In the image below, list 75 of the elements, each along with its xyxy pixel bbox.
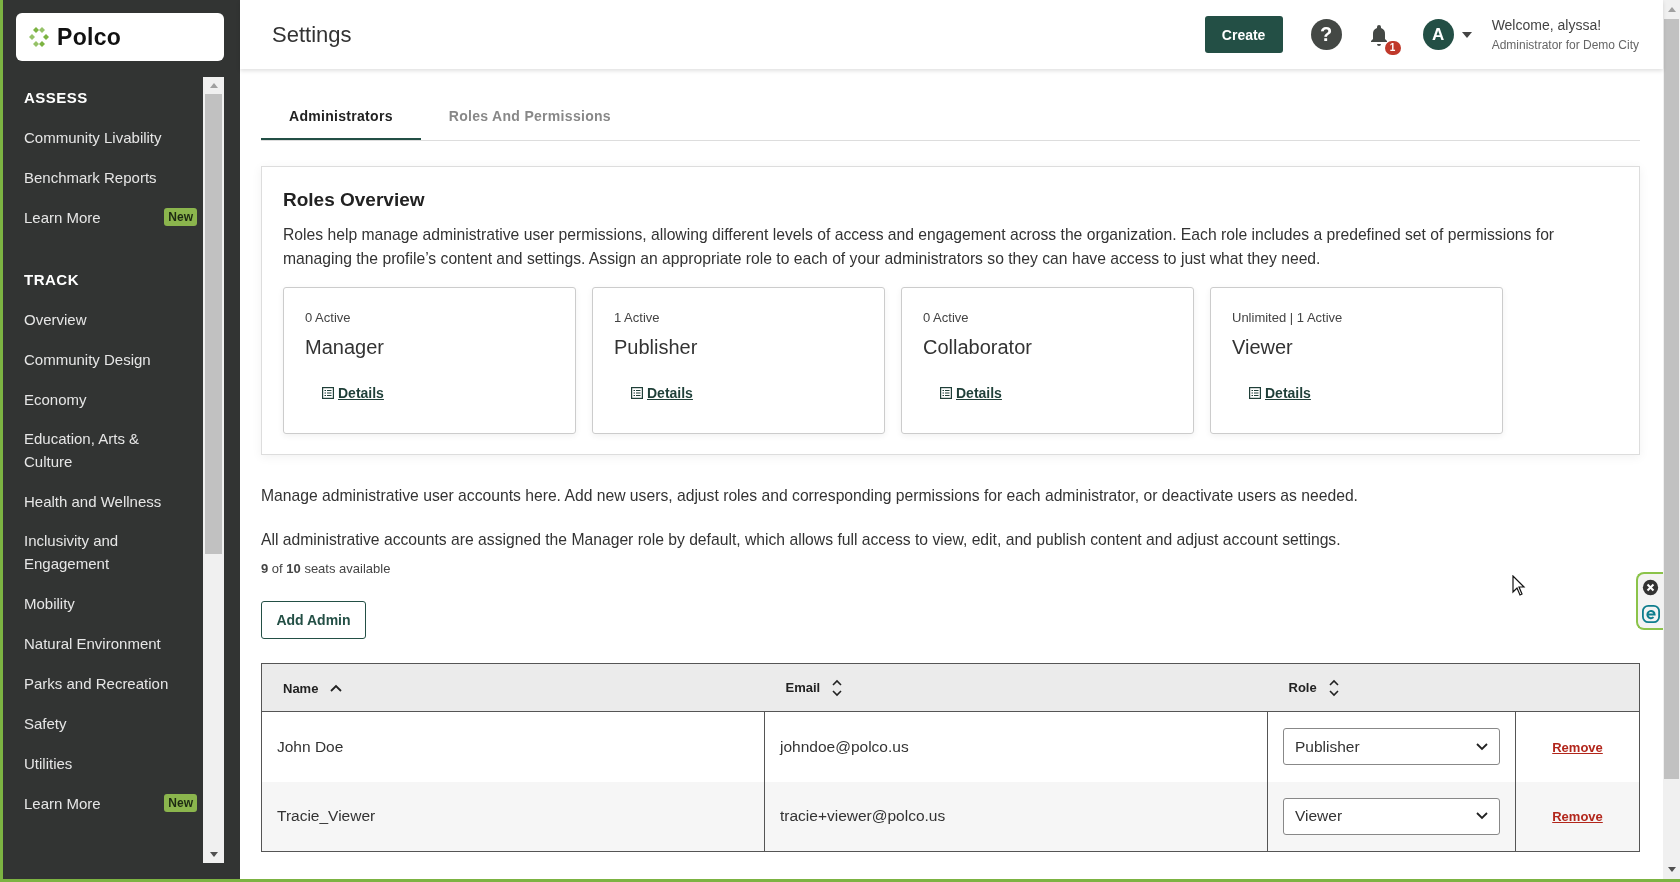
list-icon[interactable] <box>1249 387 1261 399</box>
column-header[interactable]: Name <box>283 680 319 696</box>
active-count: 0 Active <box>305 310 351 325</box>
active-count: 1 Active <box>614 310 660 325</box>
sidebar-item[interactable]: Utilities <box>24 751 73 775</box>
scrollbar[interactable] <box>203 77 224 863</box>
chevron-down-icon[interactable] <box>1476 812 1488 821</box>
new-badge: New <box>164 794 197 812</box>
logo-icon <box>27 25 51 49</box>
avatar[interactable]: A <box>1422 19 1454 50</box>
active-count: 0 Active <box>923 310 969 325</box>
tab[interactable]: Roles And Permissions <box>420 93 639 140</box>
sidebar-item[interactable]: Mobility <box>24 591 75 615</box>
sidebar-item[interactable]: Education, Arts & Culture <box>24 427 182 473</box>
remove-link[interactable]: Remove <box>1552 809 1603 825</box>
remove-link[interactable]: Remove <box>1552 739 1603 755</box>
page-title: Settings <box>272 21 352 48</box>
role-name: Manager <box>305 336 384 359</box>
logo-card[interactable]: Polco <box>16 13 224 61</box>
table-cell: johndoe@polco.us <box>780 737 909 755</box>
add-admin-button[interactable]: Add Admin <box>261 601 366 639</box>
sidebar-item[interactable]: Learn More <box>24 791 101 815</box>
sidebar-item[interactable]: Inclusivity and Engagement <box>24 529 182 575</box>
page-scrollbar[interactable] <box>1663 0 1680 879</box>
sidebar-item[interactable]: Overview <box>24 307 87 331</box>
sidebar-item[interactable]: Health and Wellness <box>24 489 162 513</box>
sort-icon[interactable] <box>832 678 843 697</box>
sidebar-item[interactable]: Community Design <box>24 347 151 371</box>
details-link[interactable]: Details <box>322 385 384 401</box>
role-name: Viewer <box>1232 336 1293 359</box>
list-icon[interactable] <box>322 387 334 399</box>
column-header[interactable]: Email <box>785 680 821 696</box>
close-icon[interactable] <box>1642 578 1659 596</box>
cursor-icon <box>1512 575 1526 597</box>
description-text: All administrative accounts are assigned the Manager role by default, which allows full access to view, edit, and publish content and adjust account settings. <box>261 531 1342 549</box>
sidebar-item[interactable]: Community Livability <box>24 125 162 149</box>
section-title: Roles Overview <box>283 189 426 211</box>
role-dropdown[interactable]: Viewer <box>1283 797 1500 835</box>
column-header[interactable]: Role <box>1288 680 1317 696</box>
logo-text: Polco <box>57 23 122 51</box>
sidebar-item[interactable]: Natural Environment <box>24 631 161 655</box>
seats-text: 9 of 10 seats available <box>261 561 392 576</box>
table-cell: John Doe <box>277 737 344 755</box>
sidebar-item[interactable]: Benchmark Reports <box>24 165 157 189</box>
notification-badge: 1 <box>1384 40 1401 55</box>
chevron-down-icon[interactable] <box>1476 742 1488 751</box>
table-cell: tracie+viewer@polco.us <box>780 807 946 825</box>
role-name: Collaborator <box>923 336 1032 359</box>
caret-icon[interactable] <box>1461 31 1472 38</box>
table-cell: Tracie_Viewer <box>277 807 376 825</box>
section-heading: TRACK <box>24 269 80 290</box>
active-count: Unlimited | 1 Active <box>1232 310 1343 325</box>
list-icon[interactable] <box>631 387 643 399</box>
help-button[interactable]: ? <box>1310 19 1342 50</box>
details-link[interactable]: Details <box>940 385 1002 401</box>
create-button[interactable]: Create <box>1204 16 1283 53</box>
details-link[interactable]: Details <box>1249 385 1311 401</box>
sort-icon[interactable] <box>1328 678 1339 697</box>
details-link[interactable]: Details <box>631 385 693 401</box>
role-name: Publisher <box>614 336 698 359</box>
description-text: Manage administrative user accounts here. Add new users, adjust roles and corresponding permissions for each administrator, or deactivate users as needed. <box>261 487 1359 505</box>
sidebar-item[interactable]: Safety <box>24 711 67 735</box>
role-dropdown[interactable]: Publisher <box>1283 728 1500 766</box>
welcome-text: Welcome, alyssa! <box>1491 17 1603 33</box>
list-icon[interactable] <box>940 387 952 399</box>
tab[interactable]: Administrators <box>261 93 421 140</box>
sidebar-item[interactable]: Economy <box>24 387 87 411</box>
sidebar-item[interactable]: Parks and Recreation <box>24 671 169 695</box>
e-logo-icon[interactable] <box>1641 605 1660 624</box>
description-text: Roles help manage administrative user permissions, allowing different levels of access and engagement across the organization. Each role includes a predefined set of permissions for managing the profile’s content and settings. Assign an appropriate role to each of your administrators so they can have access to just what they need. <box>283 225 1556 269</box>
sidebar-item[interactable]: Learn More <box>24 205 101 229</box>
sort-up-icon[interactable] <box>330 684 343 693</box>
account-subtitle: Administrator for Demo City <box>1491 38 1639 52</box>
section-heading: ASSESS <box>24 87 89 108</box>
new-badge: New <box>164 208 197 226</box>
